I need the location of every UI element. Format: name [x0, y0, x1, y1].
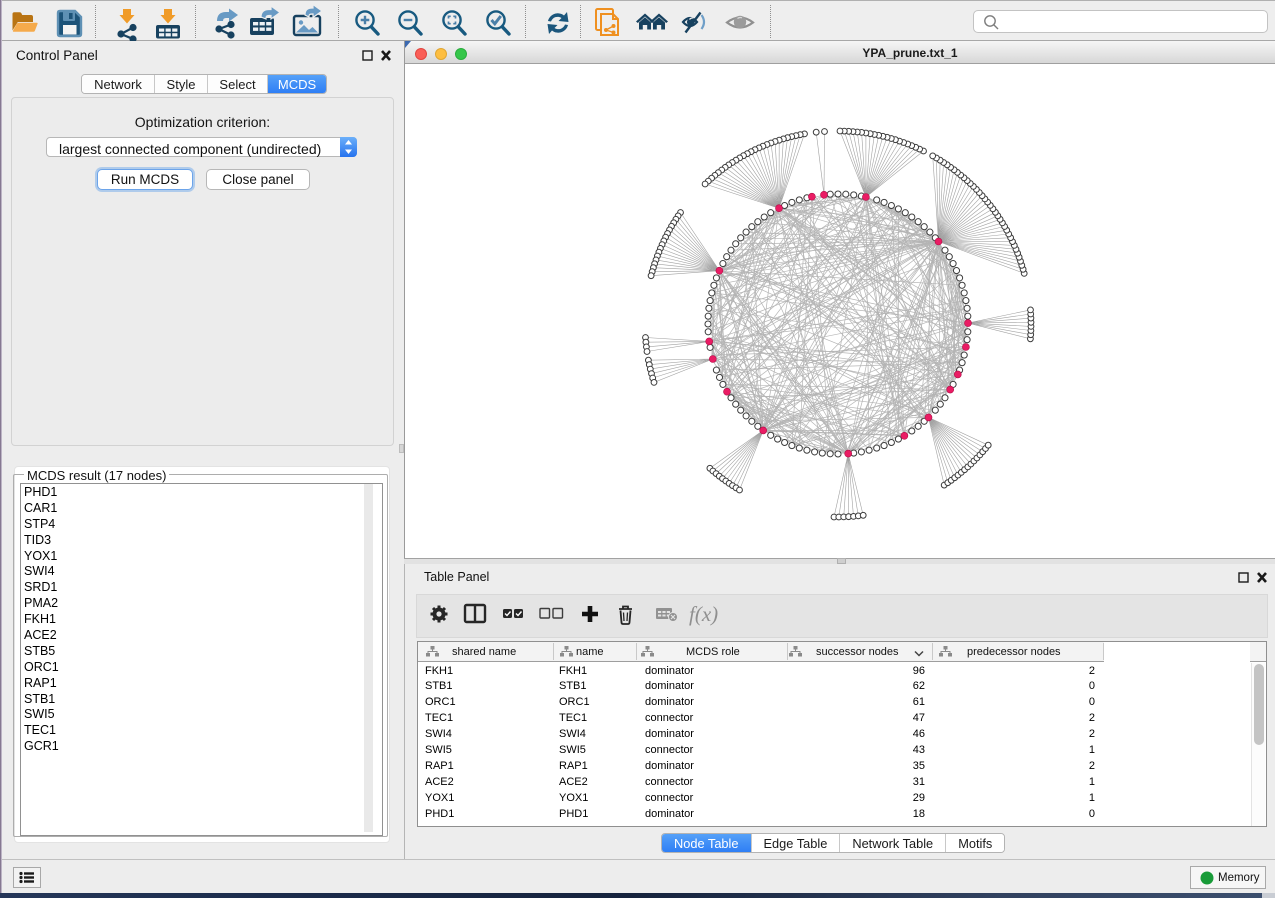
svg-text:f(x): f(x) [689, 602, 718, 626]
